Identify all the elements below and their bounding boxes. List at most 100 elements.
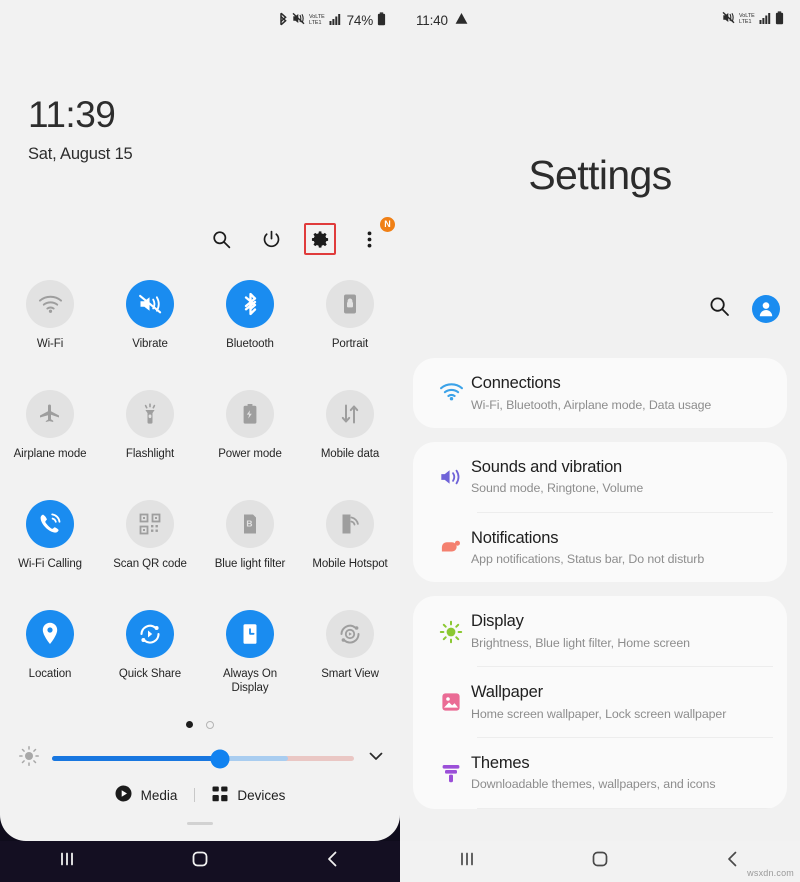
quick-settings-tile-grid: Wi-Fi Vibrate Bluetooth Portrait Airplan… bbox=[0, 280, 400, 720]
tile-quick-share[interactable]: Quick Share bbox=[100, 610, 200, 720]
settings-item-subtitle: Home screen wallpaper, Lock screen wallp… bbox=[471, 706, 727, 721]
devices-label: Devices bbox=[237, 787, 286, 803]
tile-label: Wi-Fi Calling bbox=[18, 558, 82, 570]
tile-blue-light-filter[interactable]: B Blue light filter bbox=[200, 500, 300, 610]
tile-mobile-data[interactable]: Mobile data bbox=[300, 390, 400, 500]
tile-wifi-calling[interactable]: Wi-Fi Calling bbox=[0, 500, 100, 610]
connections-wifi-icon bbox=[431, 373, 471, 401]
wifi-icon bbox=[38, 295, 62, 313]
media-label: Media bbox=[140, 787, 178, 803]
settings-item-connections[interactable]: Connections Wi-Fi, Bluetooth, Airplane m… bbox=[413, 358, 787, 428]
tile-vibrate[interactable]: Vibrate bbox=[100, 280, 200, 390]
mute-vibrate-icon bbox=[292, 12, 305, 28]
settings-item-sounds-and-vibration[interactable]: Sounds and vibration Sound mode, Rington… bbox=[413, 442, 787, 512]
chevron-down-icon[interactable] bbox=[366, 746, 386, 771]
blue-light-filter-icon: B bbox=[244, 514, 256, 534]
brightness-slider[interactable] bbox=[52, 749, 354, 768]
tile-mobile-hotspot[interactable]: Mobile Hotspot bbox=[300, 500, 400, 610]
gear-icon[interactable] bbox=[304, 223, 336, 255]
tile-label: Scan QR code bbox=[113, 558, 187, 570]
tile-wifi[interactable]: Wi-Fi bbox=[0, 280, 100, 390]
play-circle-icon bbox=[115, 785, 132, 805]
mobile-data-icon bbox=[341, 404, 359, 424]
tile-circle bbox=[126, 280, 174, 328]
portrait-lock-icon bbox=[344, 294, 356, 314]
recents-icon[interactable] bbox=[56, 848, 78, 875]
home-icon[interactable] bbox=[589, 848, 611, 875]
account-avatar-icon[interactable] bbox=[752, 295, 780, 323]
tile-label: Airplane mode bbox=[13, 448, 87, 460]
settings-item-display[interactable]: Display Brightness, Blue light filter, H… bbox=[413, 596, 787, 666]
page-indicator[interactable] bbox=[0, 721, 400, 729]
quick-share-icon bbox=[140, 624, 160, 644]
settings-item-text: Notifications App notifications, Status … bbox=[471, 528, 771, 568]
home-icon[interactable] bbox=[189, 848, 211, 875]
tile-circle bbox=[226, 610, 274, 658]
settings-item-themes[interactable]: Themes Downloadable themes, wallpapers, … bbox=[413, 738, 787, 808]
tile-flashlight[interactable]: Flashlight bbox=[100, 390, 200, 500]
volte-icon: VoLTE LTE1 bbox=[739, 11, 755, 30]
back-icon[interactable] bbox=[322, 848, 344, 875]
tile-power-mode[interactable]: Power mode bbox=[200, 390, 300, 500]
status-icons: VoLTE LTE1 74% bbox=[279, 11, 386, 29]
wifi-calling-icon bbox=[40, 513, 61, 533]
settings-item-wallpaper[interactable]: Wallpaper Home screen wallpaper, Lock sc… bbox=[413, 667, 787, 737]
more-options-icon[interactable]: N bbox=[352, 217, 395, 256]
tile-scan-qr-code[interactable]: Scan QR code bbox=[100, 500, 200, 610]
tile-label: Vibrate bbox=[132, 338, 168, 350]
back-icon[interactable] bbox=[722, 848, 744, 875]
media-button[interactable]: Media bbox=[98, 785, 195, 805]
quick-panel-screen: VoLTE LTE1 74% 11:39 Sat, August 15 N Wi… bbox=[0, 0, 400, 882]
tile-label: Always On Display bbox=[222, 668, 278, 695]
power-mode-icon bbox=[243, 404, 257, 424]
mobile-hotspot-icon bbox=[342, 514, 359, 534]
slider-knob[interactable] bbox=[210, 749, 230, 768]
tile-circle bbox=[326, 280, 374, 328]
tile-airplane-mode[interactable]: Airplane mode bbox=[0, 390, 100, 500]
settings-item-subtitle: Brightness, Blue light filter, Home scre… bbox=[471, 635, 690, 650]
tile-circle bbox=[26, 610, 74, 658]
tile-label: Mobile Hotspot bbox=[312, 558, 388, 570]
notification-badge: N bbox=[380, 217, 395, 232]
tile-label: Portrait bbox=[331, 338, 369, 350]
search-icon[interactable] bbox=[204, 222, 238, 256]
tile-circle bbox=[326, 500, 374, 548]
tile-bluetooth[interactable]: Bluetooth bbox=[200, 280, 300, 390]
settings-card-list: Connections Wi-Fi, Bluetooth, Airplane m… bbox=[413, 358, 787, 823]
settings-item-title: Sounds and vibration bbox=[471, 457, 623, 476]
tile-label: Smart View bbox=[321, 668, 379, 680]
sound-speaker-icon bbox=[431, 457, 471, 488]
tile-circle bbox=[226, 390, 274, 438]
settings-item-text: Themes Downloadable themes, wallpapers, … bbox=[471, 753, 771, 793]
display-brightness-icon bbox=[431, 611, 471, 644]
recents-icon[interactable] bbox=[456, 848, 478, 875]
devices-grid-icon bbox=[212, 786, 228, 805]
tile-portrait[interactable]: Portrait bbox=[300, 280, 400, 390]
tile-smart-view[interactable]: Smart View bbox=[300, 610, 400, 720]
tile-label: Mobile data bbox=[320, 448, 380, 460]
clock-date: Sat, August 15 bbox=[28, 145, 133, 163]
notifications-icon bbox=[431, 528, 471, 559]
tile-circle bbox=[326, 610, 374, 658]
search-icon[interactable] bbox=[709, 296, 730, 322]
flashlight-icon bbox=[144, 403, 156, 424]
panel-drag-handle[interactable] bbox=[187, 822, 213, 825]
power-icon[interactable] bbox=[254, 222, 288, 256]
signal-bars-icon bbox=[329, 13, 341, 28]
tile-location[interactable]: Location bbox=[0, 610, 100, 720]
tile-label: Power mode bbox=[218, 448, 282, 460]
battery-icon bbox=[377, 11, 386, 29]
settings-item-notifications[interactable]: Notifications App notifications, Status … bbox=[413, 513, 787, 583]
tile-always-on-display[interactable]: Always On Display bbox=[200, 610, 300, 720]
always-on-display-icon bbox=[243, 624, 257, 644]
quick-panel-status-bar: VoLTE LTE1 74% bbox=[0, 0, 400, 40]
lock-clock: 11:39 Sat, August 15 bbox=[28, 96, 133, 164]
tile-label: Flashlight bbox=[125, 448, 175, 460]
bluetooth-icon bbox=[279, 12, 288, 29]
settings-item-text: Sounds and vibration Sound mode, Rington… bbox=[471, 457, 771, 497]
tile-label: Wi-Fi bbox=[36, 338, 64, 350]
settings-item-subtitle: App notifications, Status bar, Do not di… bbox=[471, 552, 705, 567]
signal-bars-icon bbox=[759, 11, 771, 29]
devices-button[interactable]: Devices bbox=[195, 786, 302, 805]
battery-percent-label: 74% bbox=[346, 12, 374, 28]
